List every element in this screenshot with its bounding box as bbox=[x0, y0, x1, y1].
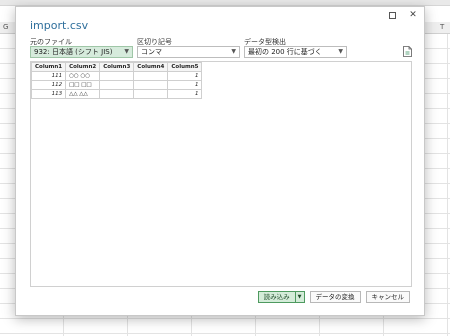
table-cell bbox=[99, 71, 135, 81]
table-row: 111 ○○ ○○ 1 bbox=[30, 71, 203, 81]
table-cell: 1 bbox=[167, 71, 203, 81]
table-cell bbox=[99, 89, 135, 99]
table-cell bbox=[133, 89, 169, 99]
dialog-title: import.csv bbox=[30, 19, 89, 32]
delimiter-value: コンマ bbox=[141, 48, 162, 56]
load-options-chevron-icon[interactable]: ▼ bbox=[295, 291, 305, 303]
chevron-down-icon: ▼ bbox=[338, 48, 343, 55]
column-header-g[interactable]: G bbox=[3, 23, 8, 31]
table-row: 112 □□ □□ 1 bbox=[30, 80, 203, 90]
table-header-row: Column1 Column2 Column3 Column4 Column5 bbox=[30, 62, 203, 72]
table-cell: 112 bbox=[30, 80, 67, 90]
table-cell: 1 bbox=[167, 89, 203, 99]
column-header: Column1 bbox=[30, 62, 67, 72]
column-header: Column5 bbox=[167, 62, 203, 72]
delimiter-select[interactable]: コンマ ▼ bbox=[137, 46, 240, 58]
table-row: 113 △△ △△ 1 bbox=[30, 89, 203, 99]
column-header: Column2 bbox=[65, 62, 101, 72]
maximize-button[interactable] bbox=[389, 12, 396, 19]
column-header: Column3 bbox=[99, 62, 135, 72]
window-controls: ✕ bbox=[389, 10, 418, 20]
column-header-t[interactable]: T bbox=[440, 23, 444, 31]
file-icon[interactable] bbox=[403, 46, 412, 57]
table-cell: 1 bbox=[167, 80, 203, 90]
cancel-button[interactable]: キャンセル bbox=[365, 291, 410, 303]
import-dialog: ✕ import.csv 元のファイル 932: 日本語 (シフト JIS) ▼… bbox=[15, 6, 425, 316]
table-cell: □□ □□ bbox=[65, 80, 101, 90]
transform-data-button[interactable]: データの変換 bbox=[309, 291, 361, 303]
data-preview: Column1 Column2 Column3 Column4 Column5 … bbox=[30, 61, 412, 287]
table-cell bbox=[133, 80, 169, 90]
file-origin-select[interactable]: 932: 日本語 (シフト JIS) ▼ bbox=[30, 46, 133, 58]
load-button[interactable]: 読み込み bbox=[257, 291, 296, 303]
table-cell bbox=[99, 80, 135, 90]
file-origin-value: 932: 日本語 (シフト JIS) bbox=[34, 48, 113, 56]
table-cell bbox=[133, 71, 169, 81]
preview-table: Column1 Column2 Column3 Column4 Column5 … bbox=[30, 62, 203, 99]
table-cell: △△ △△ bbox=[65, 89, 101, 99]
load-split-button: 読み込み ▼ bbox=[257, 291, 305, 303]
column-header: Column4 bbox=[133, 62, 169, 72]
table-cell: 111 bbox=[30, 71, 67, 81]
chevron-down-icon: ▼ bbox=[231, 48, 236, 55]
table-cell: 113 bbox=[30, 89, 67, 99]
chevron-down-icon: ▼ bbox=[124, 48, 129, 55]
type-detection-value: 最初の 200 行に基づく bbox=[248, 48, 322, 56]
table-cell: ○○ ○○ bbox=[65, 71, 101, 81]
dialog-buttons: 読み込み ▼ データの変換 キャンセル bbox=[257, 291, 410, 303]
type-detection-select[interactable]: 最初の 200 行に基づく ▼ bbox=[244, 46, 347, 58]
close-button[interactable]: ✕ bbox=[408, 10, 418, 20]
